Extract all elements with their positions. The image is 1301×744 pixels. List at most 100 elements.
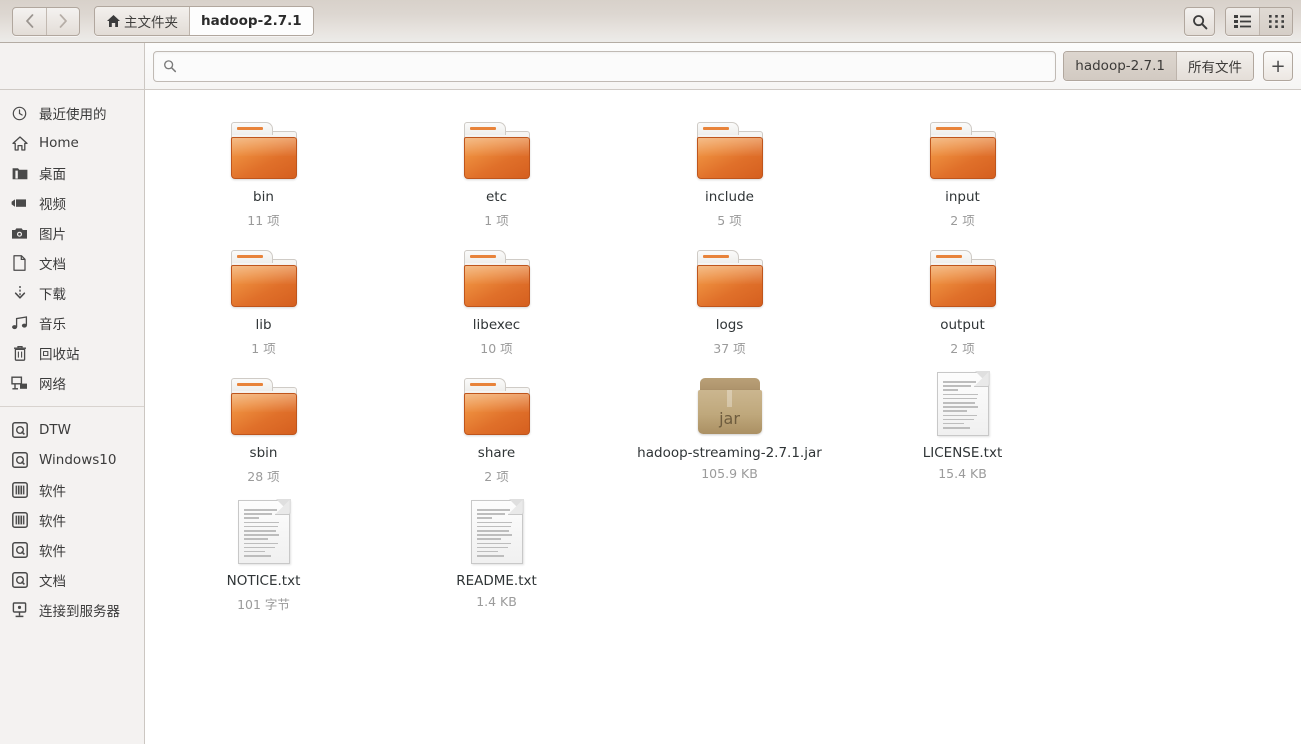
sidebar-item-label: 音乐 <box>39 317 66 333</box>
folder-icon <box>11 165 28 182</box>
forward-button[interactable] <box>46 7 79 35</box>
sidebar-item-label: Windows10 <box>39 452 117 468</box>
folder-icon <box>230 122 298 180</box>
folder-icon <box>230 378 298 436</box>
new-tab-button[interactable]: + <box>1263 51 1293 81</box>
search-input[interactable] <box>183 58 1047 74</box>
file-item[interactable]: lib 1 项 <box>147 232 380 360</box>
file-item[interactable]: output 2 项 <box>846 232 1079 360</box>
sidebar-item-label: 图片 <box>39 227 66 243</box>
search-icon <box>1192 14 1207 29</box>
tab-label: hadoop-2.7.1 <box>1075 58 1165 74</box>
file-item[interactable]: NOTICE.txt 101 字节 <box>147 488 380 616</box>
sidebar-item-label: 下载 <box>39 287 66 303</box>
tab-hadoop[interactable]: hadoop-2.7.1 <box>1064 52 1176 80</box>
file-name: etc <box>485 189 508 205</box>
sidebar-item-trash[interactable]: 回收站 <box>0 338 144 368</box>
back-button[interactable] <box>13 8 46 35</box>
search-row: hadoop-2.7.1 所有文件 + <box>0 43 1301 90</box>
document-icon <box>11 255 28 272</box>
folder-icon <box>696 250 764 308</box>
file-icon-wrap <box>237 492 291 564</box>
file-icon-wrap <box>929 236 997 308</box>
sidebar-item-label: 软件 <box>39 514 66 530</box>
breadcrumb-item-current[interactable]: hadoop-2.7.1 <box>189 7 313 35</box>
file-item[interactable]: jar hadoop-streaming-2.7.1.jar 105.9 KB <box>613 360 846 488</box>
video-icon <box>11 195 28 212</box>
search-button[interactable] <box>1184 7 1215 36</box>
sidebar-item-recent[interactable]: 最近使用的 <box>0 98 144 128</box>
sidebar-separator <box>0 406 144 407</box>
file-meta: 28 项 <box>247 469 280 484</box>
sidebar-item-label: 最近使用的 <box>39 107 107 123</box>
file-name: input <box>945 189 980 205</box>
home-icon <box>106 14 121 28</box>
server-icon <box>11 602 28 619</box>
file-name: bin <box>253 189 274 205</box>
search-field[interactable] <box>153 50 1057 82</box>
tab-all-files[interactable]: 所有文件 <box>1176 52 1253 80</box>
folder-icon <box>696 122 764 180</box>
sidebar-item-software-1[interactable]: 软件 <box>0 475 144 505</box>
file-icon-wrap <box>230 108 298 180</box>
file-item[interactable]: LICENSE.txt 15.4 KB <box>846 360 1079 488</box>
file-icon-wrap <box>929 108 997 180</box>
sidebar-item-home[interactable]: Home <box>0 128 144 158</box>
file-item[interactable]: etc 1 项 <box>380 104 613 232</box>
sidebar-item-label: 文档 <box>39 574 66 590</box>
file-icon-wrap <box>470 492 524 564</box>
sidebar-item-documents[interactable]: 文档 <box>0 248 144 278</box>
file-icon-wrap <box>230 364 298 436</box>
sidebar-item-desktop[interactable]: 桌面 <box>0 158 144 188</box>
grid-view-button[interactable] <box>1259 8 1292 35</box>
sidebar-item-software-3[interactable]: 软件 <box>0 535 144 565</box>
breadcrumb-label: 主文件夹 <box>124 15 178 31</box>
file-item[interactable]: libexec 10 项 <box>380 232 613 360</box>
file-item[interactable]: README.txt 1.4 KB <box>380 488 613 616</box>
sidebar-item-connect-to-server[interactable]: 连接到服务器 <box>0 595 144 625</box>
file-name: logs <box>715 317 744 333</box>
sidebar-item-network[interactable]: 网络 <box>0 368 144 398</box>
file-icon-wrap <box>463 364 531 436</box>
file-icon-wrap <box>936 364 990 436</box>
sidebar-item-label: 视频 <box>39 197 66 213</box>
music-icon <box>11 315 28 332</box>
file-item[interactable]: bin 11 项 <box>147 104 380 232</box>
camera-icon <box>11 225 28 242</box>
file-name: include <box>705 189 754 205</box>
file-name: libexec <box>472 317 521 333</box>
sidebar-item-label: 文档 <box>39 257 66 273</box>
file-meta: 1 项 <box>484 213 509 228</box>
sidebar-item-pictures[interactable]: 图片 <box>0 218 144 248</box>
sidebar-item-music[interactable]: 音乐 <box>0 308 144 338</box>
file-item[interactable]: share 2 项 <box>380 360 613 488</box>
sidebar-item-dtw[interactable]: DTW <box>0 415 144 445</box>
file-item[interactable]: logs 37 项 <box>613 232 846 360</box>
sidebar-item-windows10[interactable]: Windows10 <box>0 445 144 475</box>
sidebar-item-label: DTW <box>39 422 71 438</box>
list-view-button[interactable] <box>1226 8 1259 35</box>
file-meta: 5 项 <box>717 213 742 228</box>
sidebar: 最近使用的 Home 桌面 视频 图片 文档 下载 音乐 回收站 网络 DTW … <box>0 90 145 744</box>
file-item[interactable]: include 5 项 <box>613 104 846 232</box>
header-toolbar: 主文件夹 hadoop-2.7.1 <box>0 0 1301 43</box>
file-item[interactable]: sbin 28 项 <box>147 360 380 488</box>
file-icon-wrap <box>463 108 531 180</box>
search-icon <box>164 60 177 73</box>
breadcrumb-item-home[interactable]: 主文件夹 <box>95 7 189 35</box>
tab-label: 所有文件 <box>1188 60 1242 76</box>
sidebar-item-videos[interactable]: 视频 <box>0 188 144 218</box>
sidebar-item-software-2[interactable]: 软件 <box>0 505 144 535</box>
folder-icon <box>463 122 531 180</box>
sidebar-item-documents-drive[interactable]: 文档 <box>0 565 144 595</box>
file-meta: 1.4 KB <box>476 594 517 609</box>
file-name: output <box>940 317 985 333</box>
file-meta: 101 字节 <box>237 597 290 612</box>
file-meta: 15.4 KB <box>938 466 987 481</box>
file-item[interactable]: input 2 项 <box>846 104 1079 232</box>
file-name: lib <box>255 317 272 333</box>
file-name: sbin <box>249 445 278 461</box>
file-list-area[interactable]: bin 11 项 etc 1 项 include 5 项 input 2 项 l… <box>145 90 1301 744</box>
document-icon <box>936 371 990 436</box>
sidebar-item-downloads[interactable]: 下载 <box>0 278 144 308</box>
